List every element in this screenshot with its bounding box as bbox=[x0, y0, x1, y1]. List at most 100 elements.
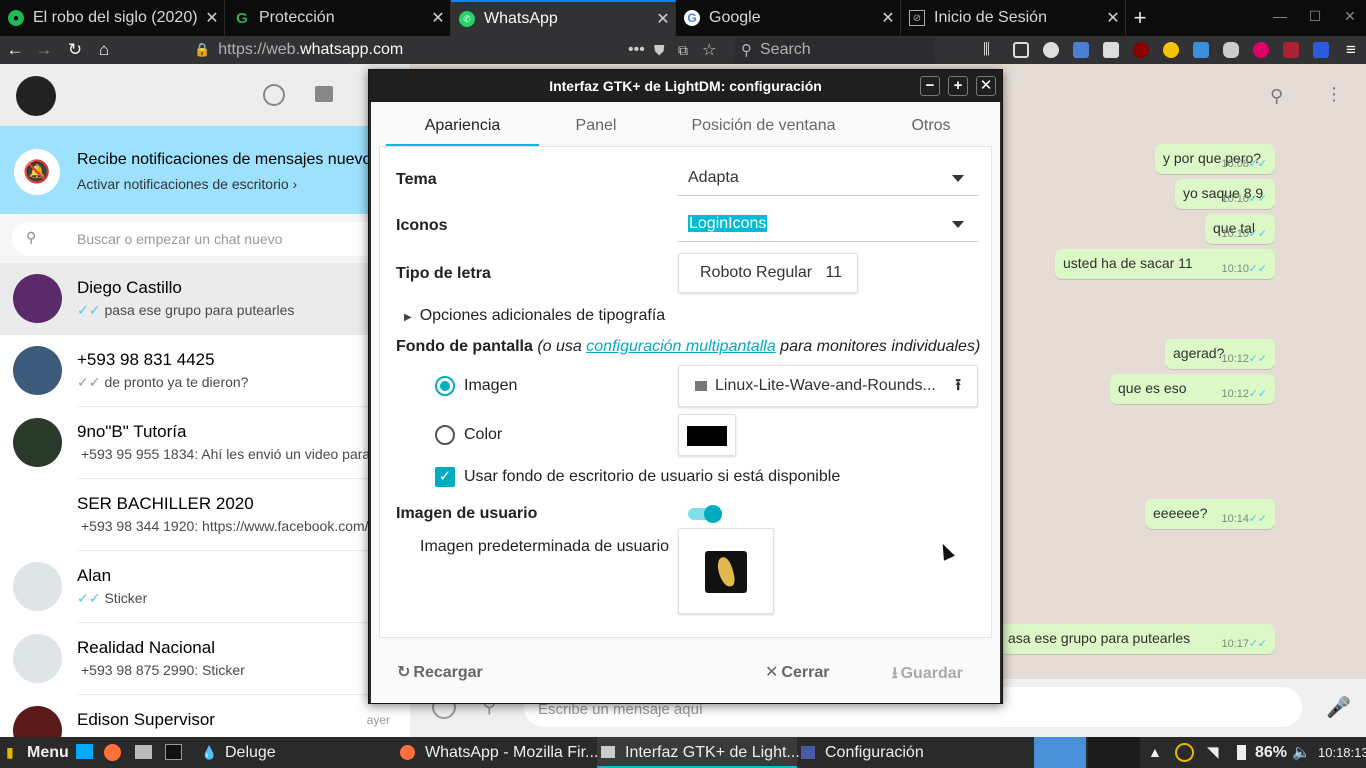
reload-icon[interactable]: ↻ bbox=[64, 39, 86, 61]
font-options-expander[interactable]: ▶ Opciones adicionales de tipografía bbox=[404, 307, 665, 325]
menu-button[interactable]: Menu bbox=[27, 737, 69, 768]
tab-el-robo[interactable]: ● El robo del siglo (2020) ✕ bbox=[0, 0, 225, 36]
back-icon[interactable]: ← bbox=[4, 39, 26, 61]
workspace-2[interactable] bbox=[1088, 737, 1140, 768]
firefox-icon[interactable] bbox=[104, 744, 121, 761]
translate-icon[interactable]: ⧉ bbox=[678, 42, 688, 59]
chat-list-item[interactable]: SER BACHILLER 2020 +593 98 344 1920: http… bbox=[0, 479, 410, 551]
close-button[interactable]: ✕ Cerrar bbox=[765, 662, 829, 682]
taskbar-deluge[interactable]: Deluge bbox=[225, 737, 276, 768]
url-bar[interactable]: 🔒 https://web. whatsapp.com ••• ⛊ ⧉ ☆ bbox=[160, 37, 730, 63]
close-icon[interactable]: ✕ bbox=[976, 76, 996, 96]
taskbar-configuracion[interactable]: Configuración bbox=[825, 737, 924, 768]
color-radio[interactable] bbox=[435, 425, 455, 445]
notification-banner[interactable]: 🔕 Recibe notificaciones de mensajes nuev… bbox=[0, 126, 410, 214]
font-button[interactable]: Roboto Regular 11 bbox=[678, 253, 858, 293]
chat-list-item[interactable]: Realidad Nacional +593 98 875 2990: Stick… bbox=[0, 623, 410, 695]
clock[interactable]: 10:18:13 bbox=[1318, 737, 1366, 768]
camera-icon[interactable] bbox=[1193, 42, 1209, 58]
default-user-image-button[interactable] bbox=[678, 528, 774, 614]
more-options-icon[interactable]: ⋮ bbox=[1325, 84, 1343, 105]
page-actions-icon[interactable]: ••• bbox=[628, 41, 645, 59]
wallpaper-file-button[interactable]: Linux-Lite-Wave-and-Rounds... ⭱ bbox=[678, 365, 978, 407]
taskbar-lightdm[interactable]: Interfaz GTK+ de Light... bbox=[597, 737, 800, 768]
battery-icon[interactable] bbox=[1237, 745, 1246, 760]
message-bubble[interactable]: que tal 10:10 ✓✓ bbox=[1205, 214, 1275, 244]
extension-icon[interactable] bbox=[1313, 42, 1329, 58]
tab-apariencia[interactable]: Apariencia bbox=[386, 102, 539, 146]
bookmark-star-icon[interactable]: ☆ bbox=[702, 40, 716, 60]
new-chat-icon[interactable] bbox=[315, 86, 333, 102]
message-bubble[interactable]: eeeeee? 10:14 ✓✓ bbox=[1145, 499, 1275, 529]
avatar[interactable] bbox=[16, 76, 56, 116]
close-tab-icon[interactable]: ✕ bbox=[1101, 8, 1125, 28]
taskbar-whatsapp[interactable]: WhatsApp - Mozilla Fir... bbox=[425, 737, 598, 768]
reload-button[interactable]: ↻ Recargar bbox=[397, 662, 483, 682]
close-window-icon[interactable]: ✕ bbox=[1340, 8, 1360, 25]
update-icon[interactable] bbox=[1175, 743, 1194, 762]
chat-list-item[interactable]: Alan ✓✓ Sticker bbox=[0, 551, 410, 623]
forward-icon[interactable]: → bbox=[33, 39, 55, 61]
files-icon[interactable] bbox=[135, 745, 152, 759]
translate-ext-icon[interactable] bbox=[1073, 42, 1089, 58]
status-icon[interactable] bbox=[263, 84, 285, 106]
search-bar[interactable]: ⚲ Search bbox=[735, 37, 935, 63]
new-tab-icon[interactable]: + bbox=[1128, 6, 1152, 30]
close-tab-icon[interactable]: ✕ bbox=[426, 8, 450, 28]
image-radio[interactable] bbox=[435, 376, 455, 396]
wifi-icon[interactable]: ◥ bbox=[1207, 737, 1219, 768]
minimize-icon[interactable]: — bbox=[1270, 8, 1290, 24]
tab-whatsapp[interactable]: ✆ WhatsApp ✕ bbox=[451, 0, 676, 36]
close-tab-icon[interactable]: ✕ bbox=[200, 8, 224, 28]
menu-icon[interactable]: ≡ bbox=[1340, 39, 1362, 61]
glasses-icon[interactable] bbox=[1223, 42, 1239, 58]
message-bubble[interactable]: y por que pero? 10:08 ✓✓ bbox=[1155, 144, 1275, 174]
search-icon[interactable]: ⚲ bbox=[1270, 86, 1283, 107]
dialog-titlebar[interactable]: Interfaz GTK+ de LightDM: configuración … bbox=[369, 70, 1002, 102]
minimize-icon[interactable]: − bbox=[920, 76, 940, 96]
theme-select[interactable]: Adapta bbox=[678, 160, 978, 196]
chat-list-item[interactable]: Diego Castillo ✓✓ pasa ese grupo para pute… bbox=[0, 263, 410, 335]
tab-posicion-ventana[interactable]: Posición de ventana bbox=[671, 102, 856, 146]
notification-link[interactable]: Activar notificaciones de escritorio › bbox=[77, 176, 297, 192]
close-tab-icon[interactable]: ✕ bbox=[876, 8, 900, 28]
user-image-toggle[interactable] bbox=[688, 505, 722, 523]
message-bubble[interactable]: yo saque 8.9 10:10 ✓✓ bbox=[1175, 179, 1275, 209]
message-bubble[interactable]: agerad? 10:12 ✓✓ bbox=[1165, 339, 1275, 369]
multiscreen-link[interactable]: configuración multipantalla bbox=[586, 338, 775, 355]
library-icon[interactable]: ⫼ bbox=[983, 42, 999, 58]
color-picker-button[interactable] bbox=[678, 414, 736, 456]
use-user-wallpaper-checkbox[interactable]: ✓ bbox=[435, 467, 455, 487]
ublock-icon[interactable] bbox=[1133, 42, 1149, 58]
ghost-icon[interactable] bbox=[1163, 42, 1179, 58]
chat-list-item[interactable]: 9no"B" Tutoría +593 95 955 1834: Ahí les … bbox=[0, 407, 410, 479]
tab-google[interactable]: G Google ✕ bbox=[676, 0, 901, 36]
account-icon[interactable] bbox=[1043, 42, 1059, 58]
grid-icon[interactable] bbox=[1103, 42, 1119, 58]
save-button[interactable]: ⭳ Guardar bbox=[892, 662, 963, 689]
yd-icon[interactable] bbox=[1283, 42, 1299, 58]
message-bubble[interactable]: que es eso 10:12 ✓✓ bbox=[1110, 374, 1275, 404]
tab-otros[interactable]: Otros bbox=[881, 102, 981, 146]
close-tab-icon[interactable]: ✕ bbox=[651, 9, 675, 29]
volume-icon[interactable]: 🔈 bbox=[1292, 737, 1311, 768]
maximize-icon[interactable]: ☐ bbox=[1305, 8, 1325, 25]
desktop-icon[interactable] bbox=[76, 744, 93, 759]
terminal-icon[interactable] bbox=[165, 744, 182, 760]
monkey-icon[interactable] bbox=[1253, 42, 1269, 58]
microphone-icon[interactable]: 🎤 bbox=[1326, 695, 1351, 720]
workspace-1[interactable] bbox=[1034, 737, 1086, 768]
message-bubble[interactable]: usted ha de sacar 11 10:10 ✓✓ bbox=[1055, 249, 1275, 279]
tab-inicio-sesion[interactable]: ⊘ Inicio de Sesión ✕ bbox=[901, 0, 1126, 36]
home-icon[interactable]: ⌂ bbox=[93, 39, 115, 61]
tab-proteccion[interactable]: G Protección ✕ bbox=[226, 0, 451, 36]
chat-search-input[interactable]: ⚲ Buscar o empezar un chat nuevo bbox=[12, 222, 397, 256]
icons-select[interactable]: LoginIcons bbox=[678, 206, 978, 242]
tab-panel[interactable]: Panel bbox=[541, 102, 651, 146]
chat-list-item[interactable]: +593 98 831 4425 ✓✓ de pronto ya te dieron… bbox=[0, 335, 410, 407]
pocket-icon[interactable]: ⛊ bbox=[654, 42, 665, 59]
network-drive-icon[interactable]: ▲ bbox=[1148, 737, 1162, 768]
message-bubble[interactable]: asa ese grupo para putearles 10:17 ✓✓ bbox=[1000, 624, 1275, 654]
sidebar-icon[interactable] bbox=[1013, 42, 1029, 58]
maximize-icon[interactable]: + bbox=[948, 76, 968, 96]
